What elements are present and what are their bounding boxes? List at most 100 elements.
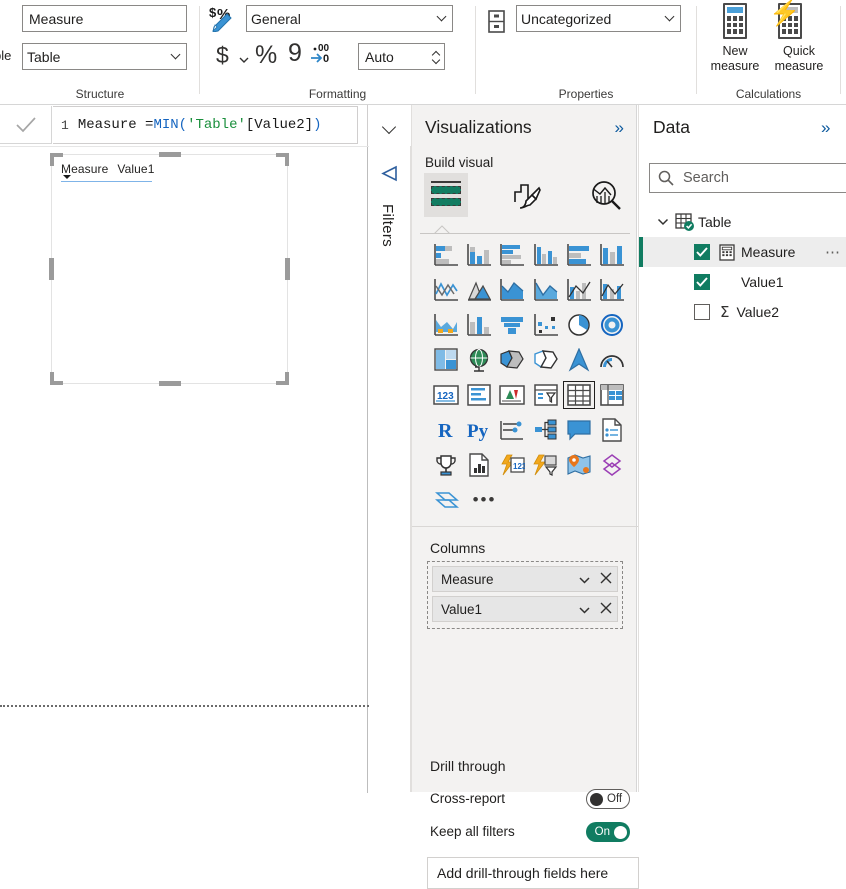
format-type-select[interactable]: General — [246, 5, 453, 32]
home-table-select[interactable]: Table — [22, 43, 187, 70]
thousands-separator-button[interactable]: 9 — [288, 41, 302, 66]
viz-azure-ml-visual[interactable] — [597, 451, 628, 479]
viz-clustered-column-chart[interactable] — [530, 241, 561, 269]
viz-ribbon-chart[interactable] — [597, 276, 628, 304]
viz-kpi[interactable] — [497, 381, 528, 409]
viz-gauge-chart[interactable] — [597, 346, 628, 374]
format-type-select-wrap[interactable]: General — [246, 5, 453, 32]
viz-decomposition-tree[interactable] — [497, 416, 528, 444]
resize-handle-bottom-right[interactable] — [276, 372, 289, 385]
keep-all-filters-toggle[interactable]: On — [586, 822, 630, 842]
chevron-down-icon[interactable] — [573, 602, 595, 617]
viz-donut-chart[interactable] — [597, 311, 628, 339]
measure-checkbox[interactable] — [694, 244, 710, 260]
double-chevron-right-icon[interactable]: » — [615, 119, 624, 136]
resize-handle-bottom[interactable] — [158, 381, 181, 386]
viz-pie-chart[interactable] — [563, 311, 594, 339]
viz-line-chart[interactable] — [430, 276, 461, 304]
currency-dropdown-chevron-icon[interactable] — [238, 52, 250, 67]
currency-format-button[interactable]: $ — [216, 44, 229, 67]
viz-shape-map[interactable] — [530, 346, 561, 374]
viz-power-apps[interactable]: 123 — [497, 451, 528, 479]
resize-handle-top-left[interactable] — [50, 153, 63, 166]
viz-line-and-clustered-column-chart[interactable] — [563, 276, 594, 304]
viz-table[interactable] — [563, 381, 595, 409]
double-chevron-right-icon[interactable]: » — [821, 119, 830, 136]
viz-line-and-stacked-column-chart[interactable] — [530, 276, 561, 304]
tab-build-visual[interactable] — [424, 173, 468, 217]
viz-waterfall-chart[interactable] — [430, 311, 461, 339]
viz-map[interactable] — [463, 346, 494, 374]
viz-r-script-visual[interactable]: R — [430, 416, 461, 444]
stepper-arrows[interactable] — [428, 44, 444, 69]
resize-handle-right[interactable] — [285, 258, 290, 280]
report-canvas[interactable]: Measure Value1 — [0, 146, 369, 793]
tree-node-table[interactable]: Table — [639, 207, 846, 237]
viz-key-influencers[interactable] — [530, 416, 561, 444]
viz-stacked-area-chart[interactable] — [497, 276, 528, 304]
viz-paginated-report[interactable] — [430, 451, 461, 479]
viz-more-options[interactable]: ••• — [467, 486, 502, 514]
formula-commit-button[interactable] — [0, 106, 52, 144]
data-category-select-wrap[interactable]: Uncategorized — [516, 5, 681, 32]
viz-scatter-chart[interactable] — [530, 311, 561, 339]
filters-pane-collapsed[interactable]: Filters — [369, 146, 411, 792]
new-measure-button[interactable]: New measure — [701, 2, 769, 74]
viz-treemap[interactable] — [430, 346, 461, 374]
viz-power-bi-visual[interactable] — [430, 486, 465, 514]
resize-handle-top-right[interactable] — [276, 153, 289, 166]
viz-funnel-chart-2[interactable] — [497, 311, 528, 339]
stepper-down-icon[interactable] — [433, 58, 440, 63]
viz-arcgis-map[interactable] — [563, 451, 594, 479]
viz-q-and-a[interactable] — [563, 416, 594, 444]
tab-analytics[interactable] — [584, 173, 628, 217]
cross-report-toggle[interactable]: Off — [586, 789, 630, 809]
measure-name-input[interactable] — [22, 5, 187, 32]
percent-format-button[interactable]: % — [255, 43, 277, 68]
viz-stacked-column-chart[interactable] — [463, 241, 494, 269]
viz-clustered-bar-chart[interactable] — [497, 241, 528, 269]
close-x-icon[interactable] — [595, 602, 617, 617]
viz-matrix[interactable] — [597, 381, 628, 409]
field-pill-value1[interactable]: Value1 — [432, 596, 618, 622]
viz-report-page-visual[interactable] — [463, 451, 494, 479]
decimal-places-stepper[interactable]: Auto — [358, 43, 445, 70]
tab-format-visual[interactable] — [504, 173, 548, 217]
dax-formula-input[interactable]: 1 Measure = MIN ( 'Table' [Value2] ) — [53, 106, 358, 144]
viz-multi-row-card[interactable] — [463, 381, 494, 409]
resize-handle-left[interactable] — [49, 258, 54, 280]
chevron-down-icon[interactable] — [573, 572, 595, 587]
stepper-up-icon[interactable] — [433, 51, 440, 56]
viz-python-visual[interactable]: Py — [463, 416, 494, 444]
quick-measure-button[interactable]: ⚡ Quick measure — [765, 1, 833, 74]
viz-funnel-chart[interactable] — [463, 311, 494, 339]
data-category-select[interactable]: Uncategorized — [516, 5, 681, 32]
tree-node-value2[interactable]: Σ Value2 — [639, 297, 846, 327]
formula-expand-button[interactable] — [367, 105, 410, 150]
search-input[interactable]: Search — [649, 163, 846, 193]
close-x-icon[interactable] — [595, 572, 617, 587]
viz-hundred-percent-stacked-column-chart[interactable] — [597, 241, 628, 269]
decrease-decimal-icon[interactable]: 00 0 — [310, 40, 338, 66]
table-visual[interactable]: Measure Value1 — [49, 152, 290, 386]
value2-checkbox[interactable] — [694, 304, 710, 320]
home-table-select-wrap[interactable]: Table — [22, 43, 187, 70]
viz-power-automate[interactable] — [530, 451, 561, 479]
resize-handle-top[interactable] — [158, 152, 181, 157]
chevron-down-icon[interactable] — [653, 218, 673, 226]
viz-slicer[interactable] — [530, 381, 561, 409]
resize-handle-bottom-left[interactable] — [50, 372, 63, 385]
viz-azure-map[interactable] — [563, 346, 594, 374]
viz-smart-narrative[interactable] — [597, 416, 628, 444]
drill-through-dropzone[interactable]: Add drill-through fields here — [427, 857, 639, 889]
viz-card[interactable]: 123 — [430, 381, 461, 409]
viz-filled-map[interactable] — [497, 346, 528, 374]
value1-checkbox[interactable] — [694, 274, 710, 290]
ellipsis-icon[interactable]: ⋯ — [825, 243, 841, 261]
viz-stacked-bar-chart[interactable] — [430, 241, 461, 269]
field-pill-measure[interactable]: Measure — [432, 566, 618, 592]
viz-hundred-percent-stacked-bar-chart[interactable] — [563, 241, 594, 269]
viz-area-chart[interactable] — [463, 276, 494, 304]
tree-node-measure[interactable]: Measure ⋯ — [639, 237, 846, 267]
columns-field-well[interactable]: Measure Value1 — [427, 561, 623, 629]
